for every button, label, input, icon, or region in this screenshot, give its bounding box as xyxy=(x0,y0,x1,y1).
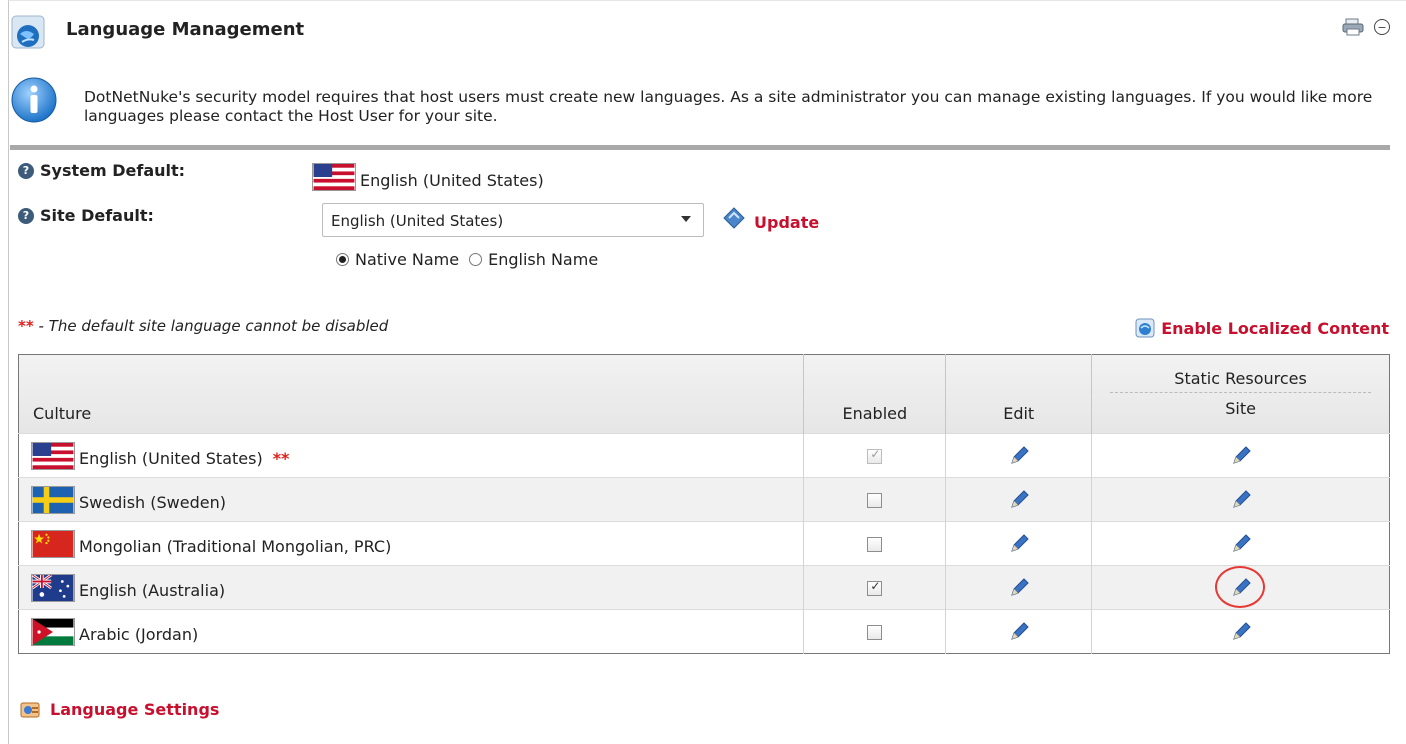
table-row: Swedish (Sweden) xyxy=(18,477,1390,522)
default-marker: ** xyxy=(272,449,290,468)
culture-name: Swedish (Sweden) xyxy=(79,493,226,512)
edit-pencil-icon[interactable] xyxy=(1007,532,1031,556)
site-default-selected: English (United States) xyxy=(331,212,504,230)
site-resources-pencil-icon[interactable] xyxy=(1229,488,1253,512)
language-settings-link[interactable]: Language Settings xyxy=(20,700,219,719)
enabled-header: Enabled xyxy=(803,354,946,434)
name-display-radios: Native Name English Name xyxy=(336,250,598,269)
minimize-icon[interactable]: − xyxy=(1374,19,1390,35)
languages-table: Culture Enabled Edit Static Resources Si… xyxy=(18,354,1390,654)
edit-pencil-icon[interactable] xyxy=(1007,620,1031,644)
help-icon[interactable]: ? xyxy=(18,162,34,179)
module-title: Language Management xyxy=(66,19,305,40)
jo-flag-icon xyxy=(31,617,75,646)
update-button[interactable]: Update xyxy=(722,203,819,232)
table-row: Mongolian (Traditional Mongolian, PRC) xyxy=(18,521,1390,566)
update-icon xyxy=(723,206,745,229)
language-settings-label: Language Settings xyxy=(50,700,220,719)
au-flag-icon xyxy=(31,573,75,602)
note-stars: ** xyxy=(18,317,34,335)
culture-name: English (United States) xyxy=(79,449,263,468)
table-header-row: Culture Enabled Edit Static Resources Si… xyxy=(18,354,1390,434)
site-default-label-row: ? Site Default: xyxy=(18,206,154,225)
info-icon xyxy=(11,77,57,123)
native-name-radio[interactable] xyxy=(336,253,349,266)
native-name-label: Native Name xyxy=(355,250,460,269)
info-text: DotNetNuke's security model requires tha… xyxy=(84,88,1373,125)
info-message: DotNetNuke's security model requires tha… xyxy=(10,76,1390,134)
table-row: English (United States) ** xyxy=(18,433,1390,478)
site-subheader: Site xyxy=(1225,399,1256,418)
edit-pencil-icon[interactable] xyxy=(1007,488,1031,512)
enable-localized-content-label: Enable Localized Content xyxy=(1161,318,1389,338)
site-default-select[interactable]: English (United States) xyxy=(322,203,704,237)
system-default-label-row: ? System Default: xyxy=(18,161,185,180)
divider xyxy=(10,145,1390,150)
table-row: English (Australia) xyxy=(18,565,1390,610)
highlight-circle xyxy=(1214,565,1265,608)
update-label: Update xyxy=(754,213,820,232)
edit-pencil-icon[interactable] xyxy=(1007,576,1031,600)
culture-name: Arabic (Jordan) xyxy=(79,625,199,644)
enable-localized-content-link[interactable]: Enable Localized Content xyxy=(1135,318,1389,338)
site-resources-pencil-icon[interactable] xyxy=(1229,444,1253,468)
edit-header: Edit xyxy=(945,354,1092,434)
culture-name: Mongolian (Traditional Mongolian, PRC) xyxy=(79,537,392,556)
enabled-checkbox xyxy=(867,447,883,464)
english-name-radio[interactable] xyxy=(469,253,483,266)
print-icon[interactable] xyxy=(1342,18,1364,36)
site-resources-pencil-icon[interactable] xyxy=(1229,532,1253,556)
note-text: - The default site language cannot be di… xyxy=(33,317,389,335)
static-resources-header: Static Resources Site xyxy=(1091,354,1390,434)
site-default-label: Site Default: xyxy=(40,206,154,225)
us-flag-icon xyxy=(312,163,356,191)
static-resources-label: Static Resources xyxy=(1110,369,1371,393)
us-flag-icon xyxy=(31,441,75,470)
chevron-down-icon xyxy=(681,216,691,222)
localized-content-icon xyxy=(1135,318,1155,338)
help-icon[interactable]: ? xyxy=(18,207,34,224)
table-row: Arabic (Jordan) xyxy=(18,609,1390,654)
site-resources-pencil-icon[interactable] xyxy=(1229,620,1253,644)
system-default-label: System Default: xyxy=(40,161,186,180)
se-flag-icon xyxy=(31,485,75,514)
system-default-text: English (United States) xyxy=(360,170,544,190)
culture-header: Culture xyxy=(33,404,92,423)
enabled-checkbox[interactable] xyxy=(867,625,883,640)
culture-name: English (Australia) xyxy=(79,581,226,600)
enabled-checkbox[interactable] xyxy=(867,579,883,596)
edit-pencil-icon[interactable] xyxy=(1007,444,1031,468)
module-header: Language Management − xyxy=(10,12,1390,52)
system-default-value: English (United States) xyxy=(312,163,544,191)
enabled-checkbox[interactable] xyxy=(867,493,883,508)
language-settings-icon xyxy=(20,702,40,717)
enabled-checkbox[interactable] xyxy=(867,537,883,552)
cn-flag-icon xyxy=(31,529,75,558)
english-name-label: English Name xyxy=(488,250,599,269)
language-globe-icon xyxy=(11,15,45,49)
default-language-note: ** - The default site language cannot be… xyxy=(18,317,388,335)
